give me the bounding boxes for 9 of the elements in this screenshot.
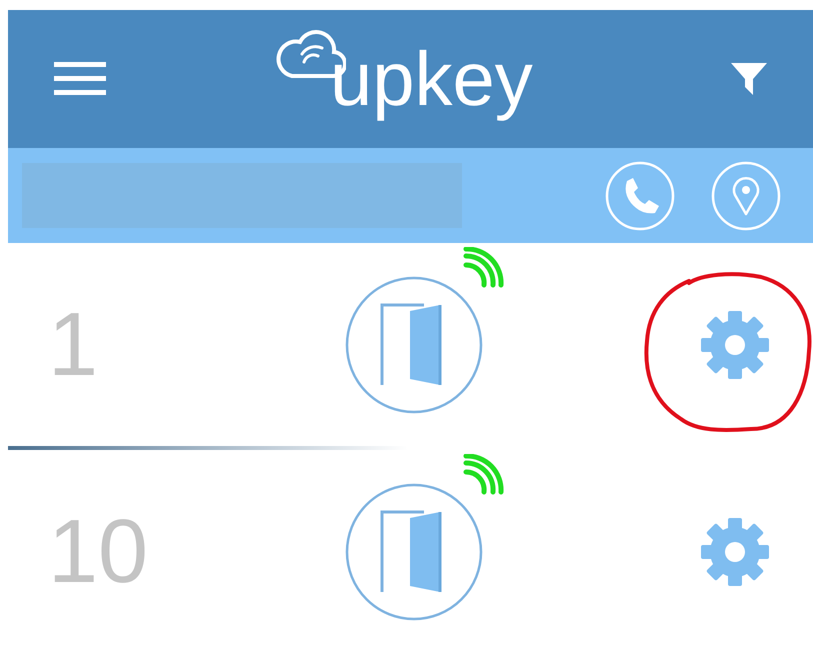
- settings-icon[interactable]: [699, 516, 771, 588]
- location-pin-icon[interactable]: [711, 160, 781, 230]
- menu-icon[interactable]: [54, 60, 106, 98]
- settings-icon[interactable]: [699, 308, 771, 380]
- phone-icon[interactable]: [605, 160, 675, 230]
- door-icon[interactable]: [344, 482, 484, 622]
- door-number: 1: [47, 300, 100, 390]
- door-icon[interactable]: [344, 274, 484, 414]
- door-number: 10: [47, 506, 150, 596]
